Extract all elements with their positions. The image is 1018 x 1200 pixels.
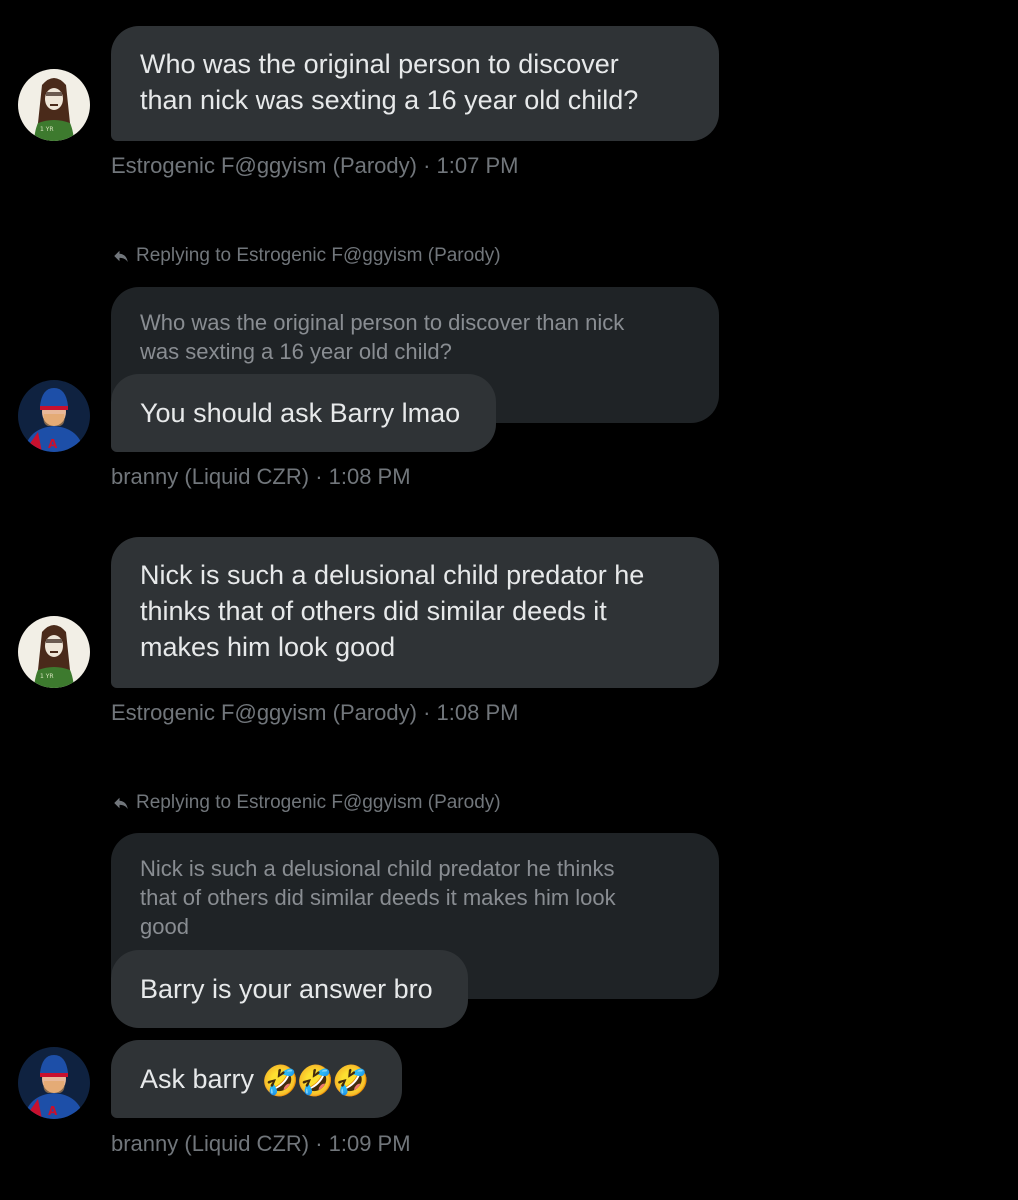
message-line: Who was the original person to discover (140, 49, 619, 79)
hockey-player-avatar-icon: A (18, 380, 90, 452)
dm-conversation: Who was the original person to discover … (0, 0, 1018, 1200)
quoted-line: was sexting a 16 year old child? (140, 339, 452, 364)
parody-avatar-icon: 1 YR (18, 616, 90, 688)
svg-text:1 YR: 1 YR (40, 126, 54, 133)
hockey-player-avatar-icon: A (18, 1047, 90, 1119)
message-line: than nick was sexting a 16 year old chil… (140, 85, 639, 115)
message-bubble[interactable]: Ask barry 🤣🤣🤣 (111, 1040, 402, 1118)
reply-arrow-icon (114, 250, 128, 262)
reply-arrow-icon (114, 797, 128, 809)
message-text: Ask barry (140, 1064, 255, 1094)
svg-text:1 YR: 1 YR (40, 673, 54, 680)
message-meta: Estrogenic F@ggyism (Parody) · 1:08 PM (111, 700, 519, 725)
message-meta: branny (Liquid CZR) · 1:08 PM (111, 464, 411, 489)
message-bubble[interactable]: Nick is such a delusional child predator… (111, 537, 719, 688)
message-bubble[interactable]: Who was the original person to discover … (111, 26, 719, 141)
quoted-line: that of others did similar deeds it make… (140, 885, 616, 910)
quoted-line: Nick is such a delusional child predator… (140, 856, 615, 881)
message-line: Nick is such a delusional child predator… (140, 560, 645, 590)
rofl-emoji-icon: 🤣🤣🤣 (261, 1065, 370, 1098)
message-text: You should ask Barry lmao (140, 398, 461, 428)
message-bubble[interactable]: You should ask Barry lmao (111, 374, 496, 452)
quoted-line: Who was the original person to discover … (140, 310, 625, 335)
quoted-line: good (140, 914, 189, 939)
message-meta: branny (Liquid CZR) · 1:09 PM (111, 1131, 411, 1156)
message-line: thinks that of others did similar deeds … (140, 596, 607, 626)
avatar[interactable]: 1 YR (18, 616, 90, 688)
message-bubble[interactable]: Barry is your answer bro (111, 950, 468, 1028)
avatar[interactable]: 1 YR (18, 69, 90, 141)
message-meta: Estrogenic F@ggyism (Parody) · 1:07 PM (111, 153, 519, 178)
message-line: makes him look good (140, 632, 396, 662)
message-text: Barry is your answer bro (140, 974, 433, 1004)
replying-to-text: Replying to Estrogenic F@ggyism (Parody) (136, 245, 501, 266)
avatar[interactable]: A (18, 1047, 90, 1119)
replying-to-label: Replying to Estrogenic F@ggyism (Parody) (112, 245, 501, 267)
svg-text:A: A (48, 437, 58, 451)
avatar[interactable]: A (18, 380, 90, 452)
parody-avatar-icon: 1 YR (18, 69, 90, 141)
replying-to-label: Replying to Estrogenic F@ggyism (Parody) (112, 792, 501, 814)
svg-text:A: A (48, 1104, 58, 1118)
replying-to-text: Replying to Estrogenic F@ggyism (Parody) (136, 792, 501, 813)
